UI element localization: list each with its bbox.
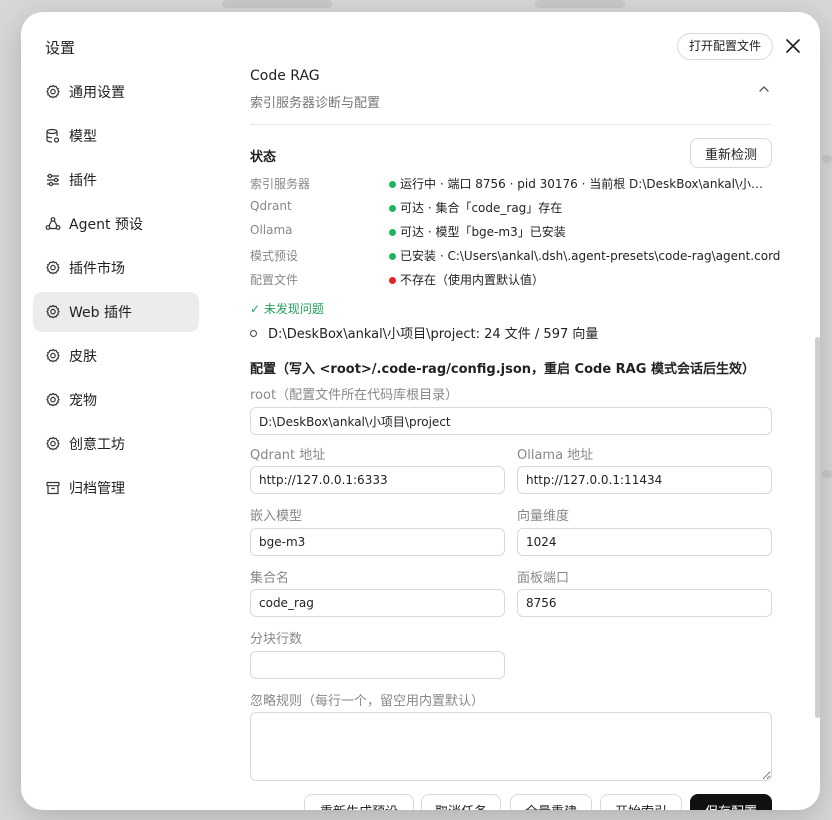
backdrop-text [535, 0, 625, 8]
status-key: Ollama [250, 223, 293, 237]
sidebar: 通用设置 模型 插件 Agent 预设 插件市场 Web 插件 皮肤 宠物 创意… [33, 72, 199, 512]
regenerate-preset-button[interactable]: 重新生成预设 [304, 794, 414, 810]
chunk-lines-input[interactable] [250, 651, 505, 679]
archive-icon [45, 480, 61, 496]
status-row-mode-preset: 模式预设 已安装 · C:\Users\ankal\.dsh\.agent-pr… [250, 247, 780, 267]
status-key: 配置文件 [250, 273, 299, 287]
start-index-button[interactable]: 开始索引 [600, 794, 682, 810]
embed-model-input[interactable] [250, 528, 505, 556]
sidebar-item-skin[interactable]: 皮肤 [33, 336, 199, 376]
status-value: 不存在（使用内置默认值） [400, 273, 545, 287]
sliders-icon [45, 172, 61, 188]
sidebar-item-plugin-market[interactable]: 插件市场 [33, 248, 199, 288]
status-row-qdrant: Qdrant 可达 · 集合「code_rag」存在 [250, 199, 780, 219]
sidebar-item-label: 归档管理 [69, 481, 125, 497]
status-key: 模式预设 [250, 249, 299, 263]
status-dot [389, 205, 396, 212]
status-value: 已安装 · C:\Users\ankal\.dsh\.agent-presets… [400, 249, 780, 263]
chevron-up-icon[interactable] [757, 81, 771, 95]
status-row-ollama: Ollama 可达 · 模型「bge-m3」已安装 [250, 223, 780, 243]
sidebar-item-label: Web 插件 [69, 305, 132, 321]
status-key: Qdrant [250, 199, 292, 213]
status-value: 可达 · 模型「bge-m3」已安装 [400, 225, 566, 239]
gear-icon [45, 392, 61, 408]
backdrop-text [222, 0, 332, 8]
agent-icon [45, 216, 61, 232]
config-heading: 配置（写入 <root>/.code-rag/config.json，重启 Co… [250, 362, 755, 377]
status-key: 索引服务器 [250, 177, 311, 191]
section-title: Code RAG [250, 68, 320, 84]
close-icon[interactable] [783, 36, 803, 56]
root-label: root（配置文件所在代码库根目录） [250, 388, 459, 403]
modal-title: 设置 [45, 39, 76, 57]
sidebar-item-web-plugin[interactable]: Web 插件 [33, 292, 199, 332]
embed-model-label: 嵌入模型 [250, 509, 303, 524]
sidebar-item-agent-presets[interactable]: Agent 预设 [33, 204, 199, 244]
sidebar-item-archive[interactable]: 归档管理 [33, 468, 199, 508]
sidebar-item-label: 模型 [69, 129, 97, 145]
vector-dim-label: 向量维度 [517, 509, 570, 524]
status-dot [389, 253, 396, 260]
collection-input[interactable] [250, 589, 505, 617]
root-input[interactable] [250, 407, 772, 435]
database-icon [45, 128, 61, 144]
panel-port-label: 面板端口 [517, 571, 570, 586]
full-rebuild-button[interactable]: 全量重建 [510, 794, 592, 810]
scrollbar[interactable] [815, 337, 820, 718]
gear-icon [45, 304, 61, 320]
sidebar-item-model[interactable]: 模型 [33, 116, 199, 156]
ignore-rules-textarea[interactable] [250, 712, 772, 781]
sidebar-item-label: 通用设置 [69, 85, 125, 101]
bullet-icon [250, 330, 257, 337]
status-row-index-server: 索引服务器 运行中 · 端口 8756 · pid 30176 · 当前根 D:… [250, 175, 780, 195]
sidebar-item-label: 宠物 [69, 393, 97, 409]
gear-icon [45, 84, 61, 100]
gear-icon [45, 260, 61, 276]
sidebar-item-label: 插件市场 [69, 261, 125, 277]
sidebar-item-label: 插件 [69, 173, 97, 189]
no-issues-message: ✓ 未发现问题 [250, 302, 324, 316]
ollama-input[interactable] [517, 466, 772, 494]
ollama-label: Ollama 地址 [517, 448, 594, 463]
sidebar-item-pet[interactable]: 宠物 [33, 380, 199, 420]
sidebar-item-label: 创意工坊 [69, 437, 125, 453]
save-config-button[interactable]: 保存配置 [690, 794, 772, 810]
qdrant-input[interactable] [250, 466, 505, 494]
content-panel: Code RAG 索引服务器诊断与配置 状态 重新检测 索引服务器 运行中 · … [250, 68, 788, 810]
status-value: 运行中 · 端口 8756 · pid 30176 · 当前根 D:\DeskB… [400, 177, 772, 191]
backdrop-text [822, 470, 832, 478]
sidebar-item-workshop[interactable]: 创意工坊 [33, 424, 199, 464]
gear-icon [45, 348, 61, 364]
section-subtitle: 索引服务器诊断与配置 [250, 96, 381, 111]
index-summary: D:\DeskBox\ankal\小项目\project: 24 文件 / 59… [250, 323, 598, 342]
status-dot [389, 277, 396, 284]
sidebar-item-plugins[interactable]: 插件 [33, 160, 199, 200]
index-summary-text: D:\DeskBox\ankal\小项目\project: 24 文件 / 59… [268, 327, 599, 342]
status-dot [389, 229, 396, 236]
sidebar-item-label: 皮肤 [69, 349, 97, 365]
sidebar-item-general[interactable]: 通用设置 [33, 72, 199, 112]
ignore-rules-label: 忽略规则（每行一个，留空用内置默认） [250, 694, 485, 709]
sidebar-item-label: Agent 预设 [69, 217, 143, 233]
panel-port-input[interactable] [517, 589, 772, 617]
status-value: 可达 · 集合「code_rag」存在 [400, 201, 563, 215]
settings-modal: 设置 打开配置文件 通用设置 模型 插件 Agent 预设 插件市场 Web 插… [21, 12, 820, 810]
status-row-config-file: 配置文件 不存在（使用内置默认值） [250, 271, 780, 291]
status-heading: 状态 [250, 150, 277, 165]
cancel-task-button[interactable]: 取消任务 [421, 794, 501, 810]
qdrant-label: Qdrant 地址 [250, 448, 326, 463]
chunk-lines-label: 分块行数 [250, 632, 303, 647]
divider [250, 124, 771, 125]
recheck-button[interactable]: 重新检测 [690, 138, 772, 168]
vector-dim-input[interactable] [517, 528, 772, 556]
action-bar: 重新生成预设 取消任务 全量重建 开始索引 保存配置 [250, 794, 780, 810]
status-dot [389, 181, 396, 188]
open-config-file-button[interactable]: 打开配置文件 [677, 33, 774, 60]
gear-icon [45, 436, 61, 452]
backdrop-text [822, 155, 832, 163]
collection-label: 集合名 [250, 571, 290, 586]
